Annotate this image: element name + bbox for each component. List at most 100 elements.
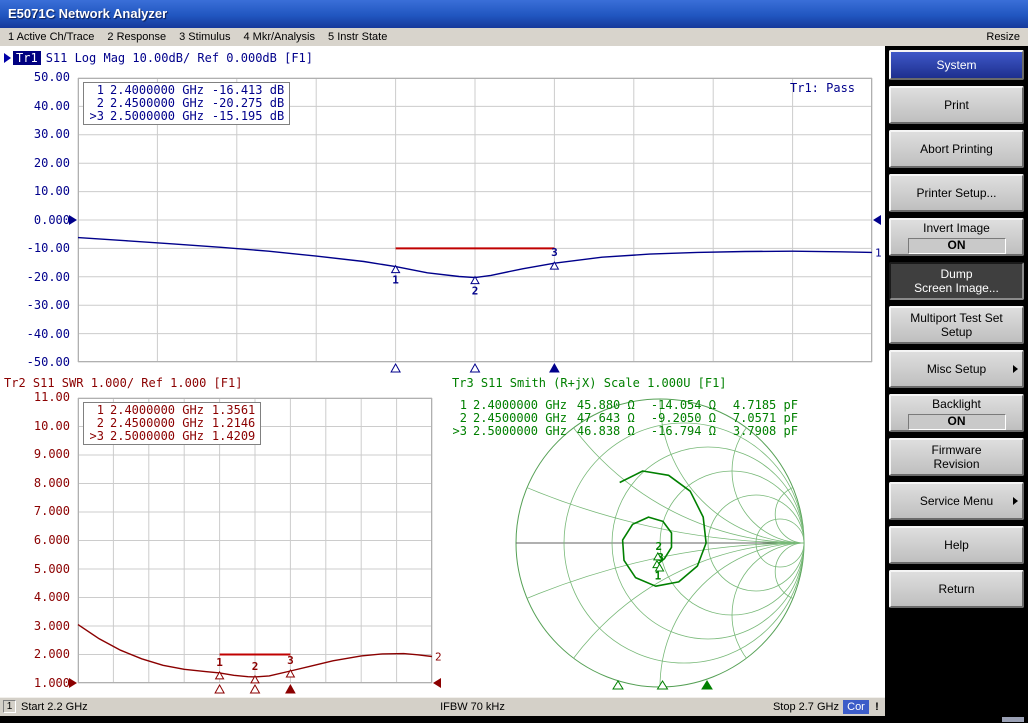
y-tick-label: 0.000 [34,214,70,227]
marker-readout-row: >32.5000000 GHz1.4209 [89,430,255,443]
ref-level-marker-left [69,678,77,688]
active-trace-arrow-icon [4,53,11,63]
trace-number: 1 [875,246,882,259]
menu-items: 1 Active Ch/Trace 2 Response 3 Stimulus 4 M… [0,31,986,43]
ref-level-marker-right [873,215,881,225]
submenu-arrow-icon [1013,497,1018,505]
y-tick-label: -40.00 [27,328,70,341]
marker-number: 2 [252,660,259,673]
tr1-limit-test-result: Tr1: Pass [790,81,855,95]
ifbw-readout: IFBW 70 kHz [60,701,885,713]
softkey-button[interactable]: Service Menu [889,482,1024,520]
marker-readout-row: >32.5000000 GHz46.838 Ω-16.794 Ω3.7908 p… [452,425,798,438]
marker-number: 2 [472,285,479,298]
y-tick-label: 11.00 [34,391,70,404]
y-tick-label: -10.00 [27,242,70,255]
y-tick-label: 7.000 [34,505,70,518]
softkey-button[interactable]: Firmware Revision [889,438,1024,476]
softkey-label: Abort Printing [920,142,993,156]
tr3-marker-table: 12.4000000 GHz45.880 Ω-14.054 Ω4.7185 pF… [452,399,798,438]
tr1-badge: Tr1 [13,51,41,65]
menu-item[interactable]: 1 Active Ch/Trace [8,31,94,43]
y-tick-label: 5.000 [34,563,70,576]
menu-item[interactable]: 2 Response [107,31,166,43]
softkey-label: Return [938,582,974,596]
softkey-label: Printer Setup... [916,186,996,200]
softkey-label: System [936,58,976,72]
title-bar: E5071C Network Analyzer [0,0,1028,28]
stop-frequency: Stop 2.7 GHz [773,701,839,713]
softkey-button[interactable]: Help [889,526,1024,564]
channel-indicator: 1 [3,700,16,713]
softkey-button[interactable]: Misc Setup [889,350,1024,388]
resize-control[interactable]: Resize [986,31,1028,43]
tr1-header: Tr1 S11 Log Mag 10.00dB/ Ref 0.000dB [F1… [4,51,313,65]
y-tick-label: 40.00 [34,100,70,113]
tr2-y-axis-ticks: 11.0010.009.0008.0007.0006.0005.0004.000… [18,391,70,690]
marker-axis-indicator [658,681,668,689]
submenu-arrow-icon [1013,365,1018,373]
menu-item[interactable]: 3 Stimulus [179,31,230,43]
y-tick-label: 3.000 [34,620,70,633]
softkey-button[interactable]: Printer Setup... [889,174,1024,212]
marker-axis-indicator [471,364,480,372]
tr2-header: Tr2 S11 SWR 1.000/ Ref 1.000 [F1] [4,376,242,390]
softkey-button[interactable]: Return [889,570,1024,608]
y-tick-label: 4.000 [34,591,70,604]
ref-level-marker-left [69,215,77,225]
status-bar: 1 Start 2.2 GHz IFBW 70 kHz Stop 2.7 GHz… [0,697,885,716]
y-tick-label: 8.000 [34,477,70,490]
marker-axis-indicator [391,364,400,372]
softkey-button[interactable]: Invert Image ON [889,218,1024,256]
softkey-button[interactable]: Dump Screen Image... [889,262,1024,300]
marker-number: 1 [392,274,399,287]
y-tick-label: 6.000 [34,534,70,547]
softkey-button[interactable]: Multiport Test Set Setup [889,306,1024,344]
marker-axis-indicator [251,685,260,693]
marker-number: 1 [216,656,223,669]
menu-bar: 1 Active Ch/Trace 2 Response 3 Stimulus 4 M… [0,28,1028,47]
y-tick-label: 10.00 [34,185,70,198]
correction-status-badge: Cor [843,700,869,714]
marker-axis-indicator [550,364,559,372]
instrument-display: Tr1 S11 Log Mag 10.00dB/ Ref 0.000dB [F1… [0,46,885,698]
softkey-label: Backlight [932,397,981,411]
marker-number: 3 [657,551,664,564]
alert-indicator: ! [871,700,883,714]
softkey-label: Invert Image [923,221,990,235]
y-tick-label: 50.00 [34,71,70,84]
softkey-label: Dump Screen Image... [914,267,999,295]
tr1-y-axis-ticks: 50.00 40.00 30.00 20.00 10.00 0.000 -10.00 -20.… [18,71,70,369]
y-tick-label: -20.00 [27,271,70,284]
tr1-title: S11 Log Mag 10.00dB/ Ref 0.000dB [F1] [46,51,313,65]
marker-readout-row: >32.5000000 GHz-15.195 dB [89,110,284,123]
marker-number: 3 [287,654,294,667]
marker-axis-indicator [702,681,712,689]
marker-axis-indicator [286,685,295,693]
softkey-value: ON [908,414,1006,430]
tr1-marker-table: 12.4000000 GHz-16.413 dB 22.4500000 GHz-… [83,82,290,125]
softkey-value: ON [908,238,1006,254]
softkey-label: Help [944,538,969,552]
softkey-label: Firmware Revision [932,443,982,471]
marker-number: 3 [551,246,558,259]
softkey-button[interactable]: Print [889,86,1024,124]
softkey-label: Print [944,98,969,112]
tr3-header: Tr3 S11 Smith (R+jX) Scale 1.000U [F1] [452,376,727,390]
y-tick-label: 30.00 [34,128,70,141]
menu-item[interactable]: 5 Instr State [328,31,387,43]
menu-item[interactable]: 4 Mkr/Analysis [243,31,315,43]
softkey-menu: System Print Abort Printing Printer Setu… [885,46,1028,716]
tr2-marker-table: 12.4000000 GHz1.3561 22.4500000 GHz1.214… [83,402,261,445]
y-tick-label: -50.00 [27,356,70,369]
y-tick-label: -30.00 [27,299,70,312]
y-tick-label: 9.000 [34,448,70,461]
window-title: E5071C Network Analyzer [8,6,167,21]
softkey-button[interactable]: Abort Printing [889,130,1024,168]
softkey-button[interactable]: Backlight ON [889,394,1024,432]
softkey-label: Misc Setup [927,362,986,376]
y-tick-label: 20.00 [34,157,70,170]
y-tick-label: 1.000 [34,677,70,690]
taskbar-fragment [1002,717,1024,722]
softkey-button[interactable]: System [889,50,1024,80]
